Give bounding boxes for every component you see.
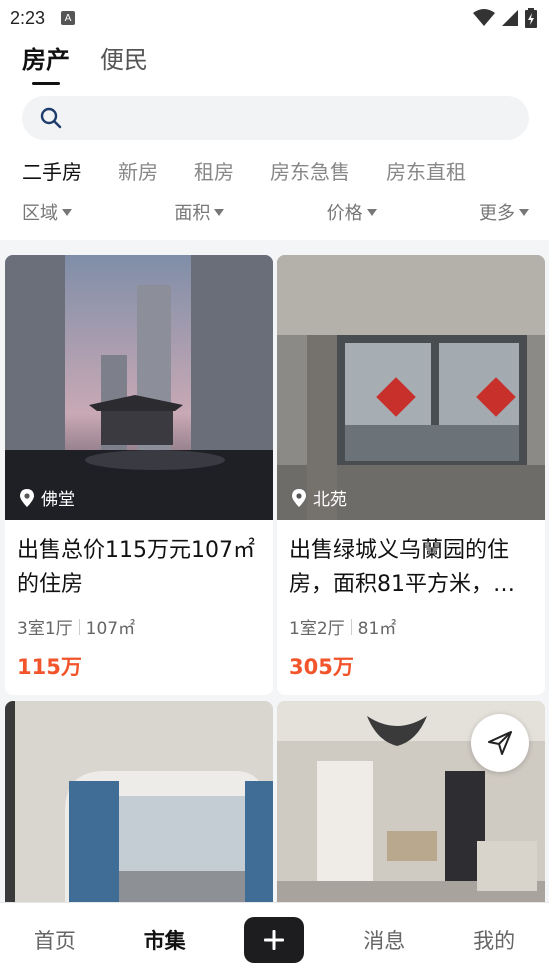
top-tabs: 房产 便民 bbox=[22, 40, 148, 85]
filter-more[interactable]: 更多 bbox=[479, 199, 529, 225]
listing-location: 佛堂 bbox=[19, 485, 75, 510]
listing-location: 北苑 bbox=[291, 485, 347, 510]
filter-label: 面积 bbox=[174, 203, 211, 224]
listing-photo: 北苑 bbox=[277, 255, 545, 520]
search-icon bbox=[40, 107, 62, 129]
paper-plane-icon bbox=[488, 731, 512, 755]
nav-messages[interactable]: 消息 bbox=[329, 925, 439, 955]
filter-bar: 区域 面积 价格 更多 bbox=[22, 199, 529, 225]
tab-direct-rent[interactable]: 房东直租 bbox=[386, 156, 466, 185]
caret-down-icon bbox=[366, 208, 377, 216]
plus-icon bbox=[264, 929, 285, 950]
listing-photo-image bbox=[5, 701, 273, 902]
listing-feed[interactable]: 佛堂 出售总价115万元107㎡的住房 3室1厅 107㎡ 115万 北苑 出售… bbox=[0, 240, 549, 902]
filter-size[interactable]: 面积 bbox=[174, 199, 225, 225]
listing-rooms: 1室2厅 bbox=[289, 619, 345, 639]
nav-publish[interactable] bbox=[220, 916, 330, 963]
battery-icon bbox=[525, 8, 537, 28]
nav-home[interactable]: 首页 bbox=[0, 925, 110, 955]
search-bar[interactable] bbox=[22, 96, 529, 140]
category-tabs: 二手房 新房 租房 房东急售 房东直租 bbox=[22, 156, 466, 185]
divider bbox=[78, 618, 80, 635]
listing-card[interactable] bbox=[5, 701, 273, 902]
status-time: 2:23 bbox=[10, 7, 46, 28]
signal-icon bbox=[502, 10, 518, 26]
caret-down-icon bbox=[214, 208, 225, 216]
status-bar: 2:23 A bbox=[0, 0, 549, 36]
location-label: 佛堂 bbox=[41, 490, 75, 510]
nav-profile[interactable]: 我的 bbox=[439, 925, 549, 955]
accessibility-badge-icon: A bbox=[61, 11, 76, 25]
share-button[interactable] bbox=[471, 714, 529, 772]
listing-photo-image bbox=[277, 255, 545, 520]
listing-photo-image bbox=[5, 255, 273, 520]
listing-price: 115万 bbox=[17, 655, 82, 679]
search-input[interactable] bbox=[72, 109, 492, 127]
divider bbox=[350, 618, 352, 635]
bottom-navigation: 首页 市集 消息 我的 bbox=[0, 902, 549, 976]
filter-label: 区域 bbox=[22, 203, 58, 224]
tab-convenience[interactable]: 便民 bbox=[100, 40, 148, 85]
add-post-button[interactable] bbox=[244, 916, 305, 963]
tab-real-estate[interactable]: 房产 bbox=[22, 40, 70, 85]
listing-rooms: 3室1厅 bbox=[17, 619, 73, 639]
listing-area: 81㎡ bbox=[357, 619, 397, 639]
filter-label: 更多 bbox=[478, 203, 515, 224]
listing-meta: 1室2厅 81㎡ bbox=[277, 606, 545, 639]
location-label: 北苑 bbox=[313, 490, 347, 510]
listing-card[interactable]: 佛堂 出售总价115万元107㎡的住房 3室1厅 107㎡ 115万 bbox=[5, 255, 273, 695]
listing-title: 出售总价115万元107㎡的住房 bbox=[17, 538, 255, 597]
filter-label: 价格 bbox=[326, 203, 363, 224]
filter-price[interactable]: 价格 bbox=[327, 199, 377, 225]
listing-price: 305万 bbox=[289, 655, 354, 679]
caret-down-icon bbox=[518, 208, 529, 216]
nav-market[interactable]: 市集 bbox=[110, 925, 220, 955]
listing-area: 107㎡ bbox=[85, 619, 136, 639]
status-icons bbox=[473, 8, 537, 28]
listing-photo: 佛堂 bbox=[5, 255, 273, 520]
wifi-icon bbox=[473, 9, 495, 26]
caret-down-icon bbox=[62, 208, 72, 216]
location-pin-icon bbox=[292, 488, 306, 507]
listing-card[interactable]: 北苑 出售绿城义乌蘭园的住房，面积81平方米，… 1室2厅 81㎡ 305万 bbox=[277, 255, 545, 695]
listing-title: 出售绿城义乌蘭园的住房，面积81平方米，… bbox=[289, 538, 515, 597]
tab-new-house[interactable]: 新房 bbox=[118, 156, 158, 185]
tab-urgent-sale[interactable]: 房东急售 bbox=[270, 156, 350, 185]
listing-meta: 3室1厅 107㎡ bbox=[5, 606, 273, 639]
location-pin-icon bbox=[20, 488, 34, 507]
filter-area-region[interactable]: 区域 bbox=[22, 199, 72, 225]
tab-second-hand[interactable]: 二手房 bbox=[22, 156, 82, 185]
tab-rental[interactable]: 租房 bbox=[194, 156, 234, 185]
